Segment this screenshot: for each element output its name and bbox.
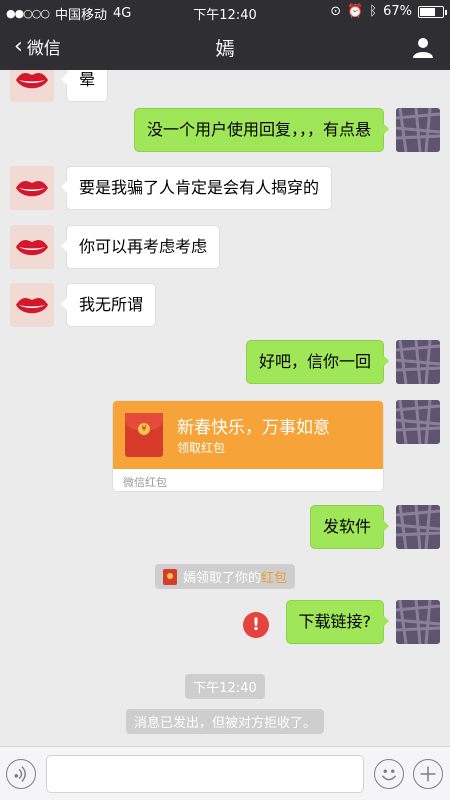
scribble-avatar-icon xyxy=(396,340,440,384)
message-bubble-incoming[interactable]: 晕 xyxy=(60,70,109,102)
contact-avatar[interactable] xyxy=(10,166,54,210)
received-text: 嫣领取了你的 xyxy=(182,571,261,586)
red-packet-action: 领取红包 xyxy=(177,441,226,455)
contact-profile-icon[interactable] xyxy=(412,36,434,58)
my-avatar[interactable] xyxy=(396,340,440,384)
bluetooth-icon: ᛒ xyxy=(369,4,378,19)
voice-input-icon[interactable] xyxy=(6,759,36,789)
contact-avatar[interactable] xyxy=(10,70,54,102)
timestamp: 下午12:40 xyxy=(0,674,450,699)
contact-avatar[interactable] xyxy=(10,283,54,327)
red-packet-body: ¥ 新春快乐，万事如意 领取红包 xyxy=(113,401,383,469)
system-notice-rejected: 消息已发出，但被对方拒收了。 xyxy=(0,709,450,734)
message-bubble-incoming[interactable]: 你可以再考虑考虑 xyxy=(60,225,221,269)
lock-rotation-icon: ⊙ xyxy=(330,4,342,19)
red-packet-card[interactable]: ¥ 新春快乐，万事如意 领取红包 微信红包 xyxy=(112,400,384,492)
battery-fill xyxy=(420,7,435,16)
status-right: ⊙ ⏰ ᛒ 67% xyxy=(330,4,447,19)
red-envelope-mini-icon xyxy=(162,569,177,585)
message-bubble-incoming[interactable]: 我无所谓 xyxy=(60,283,157,327)
red-packet-link[interactable]: 红包 xyxy=(261,571,287,586)
status-bar: ●●○○○ 中国移动 4G 下午12:40 ⊙ ⏰ ᛒ 67% xyxy=(0,0,450,24)
more-options-icon[interactable] xyxy=(413,759,443,789)
red-packet-greeting: 新春快乐，万事如意 xyxy=(177,418,330,438)
emoji-icon[interactable] xyxy=(374,759,404,789)
my-avatar[interactable] xyxy=(396,108,440,152)
system-notice-received: 嫣领取了你的红包 xyxy=(0,564,450,589)
message-bubble-outgoing[interactable]: 没一个用户使用回复，，，有点悬 xyxy=(133,108,390,152)
chat-area[interactable]: 晕 没一个用户使用回复，，，有点悬 要是我骗了人肯定是会有人揭穿的 你可以再考虑… xyxy=(0,70,450,746)
system-pill: 嫣领取了你的红包 xyxy=(154,564,296,589)
message-bubble-outgoing[interactable]: 发软件 xyxy=(309,505,390,549)
alarm-icon: ⏰ xyxy=(347,4,364,19)
battery-percent: 67% xyxy=(383,4,412,19)
red-packet-footer: 微信红包 xyxy=(123,476,167,489)
red-envelope-icon: ¥ xyxy=(125,413,163,457)
send-failed-icon[interactable]: ! xyxy=(243,612,269,638)
rejected-pill: 消息已发出，但被对方拒收了。 xyxy=(125,709,324,734)
lips-icon xyxy=(16,239,48,256)
nav-bar: ‹ 微信 嫣 xyxy=(0,24,450,70)
lips-icon xyxy=(16,297,48,314)
scribble-avatar-icon xyxy=(396,600,440,644)
scribble-avatar-icon xyxy=(396,108,440,152)
chat-title: 嫣 xyxy=(215,38,235,60)
contact-avatar[interactable] xyxy=(10,225,54,269)
lips-icon xyxy=(16,72,48,89)
input-bar xyxy=(0,746,450,800)
my-avatar[interactable] xyxy=(396,600,440,644)
scribble-avatar-icon xyxy=(396,505,440,549)
lips-icon xyxy=(16,180,48,197)
my-avatar[interactable] xyxy=(396,400,440,444)
my-avatar[interactable] xyxy=(396,505,440,549)
message-bubble-incoming[interactable]: 要是我骗了人肯定是会有人揭穿的 xyxy=(60,166,333,210)
message-bubble-outgoing[interactable]: 下载链接? xyxy=(285,600,389,644)
scribble-avatar-icon xyxy=(396,400,440,444)
timestamp-pill: 下午12:40 xyxy=(185,674,265,699)
message-input[interactable] xyxy=(46,755,364,793)
battery-icon xyxy=(418,5,447,18)
message-bubble-outgoing[interactable]: 好吧，信你一回 xyxy=(245,340,390,384)
